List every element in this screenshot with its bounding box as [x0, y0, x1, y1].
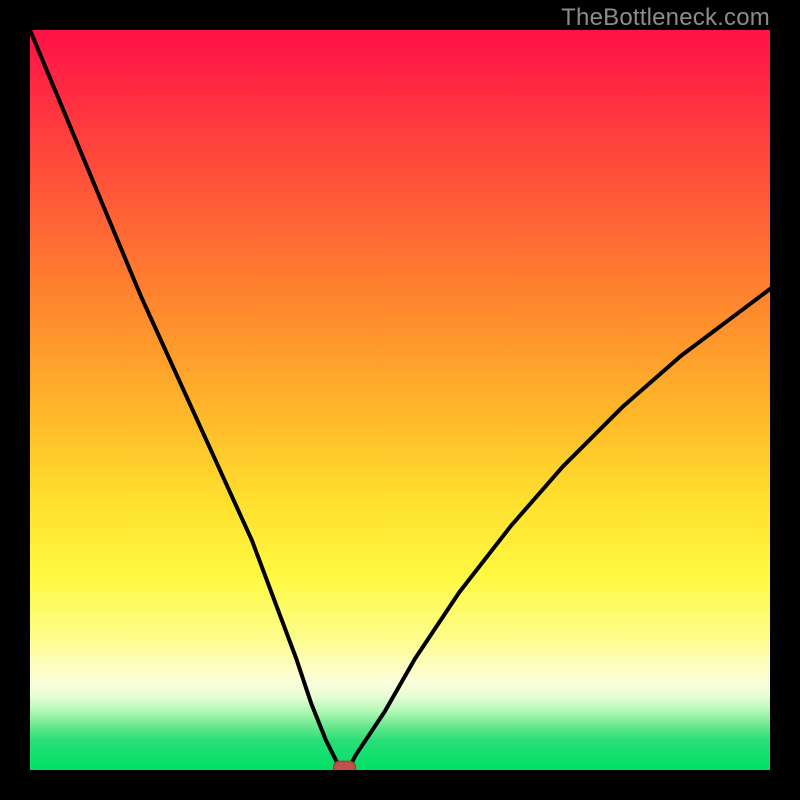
curve-path: [30, 30, 770, 770]
chart-frame: TheBottleneck.com: [0, 0, 800, 800]
watermark-text: TheBottleneck.com: [561, 4, 770, 32]
plot-area: [30, 30, 770, 770]
bottleneck-curve: [30, 30, 770, 770]
optimum-marker: [334, 761, 356, 770]
